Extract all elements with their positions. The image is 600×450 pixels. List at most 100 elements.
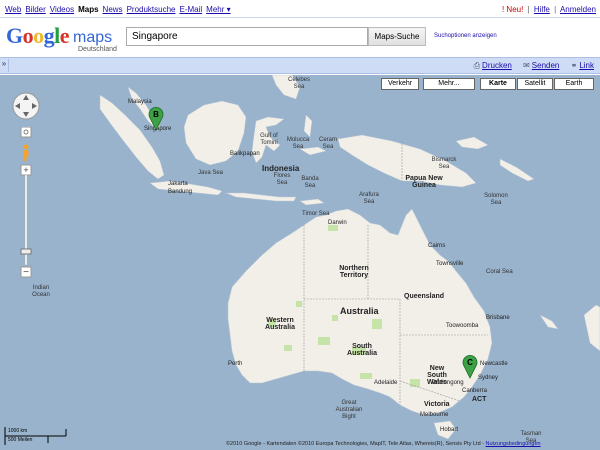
earth-view-button[interactable]: Earth bbox=[554, 78, 594, 90]
more-button[interactable]: Mehr... bbox=[423, 78, 475, 90]
nav-email[interactable]: E-Mail bbox=[179, 5, 202, 14]
nav-web[interactable]: Web bbox=[5, 5, 21, 14]
terms-link[interactable]: Nutzungsbedingungen bbox=[486, 441, 541, 447]
park-1 bbox=[372, 319, 382, 329]
label-timor-sea: Timor Sea bbox=[302, 211, 330, 217]
label-arafura-sea: Arafura Sea bbox=[359, 192, 379, 205]
label-gulf-of-tomini: Gulf of Tomini bbox=[260, 133, 278, 146]
label-indonesia: Indonesia bbox=[262, 164, 300, 173]
label-hobart[interactable]: Hobart bbox=[440, 427, 458, 434]
label-canberra[interactable]: Canberra bbox=[462, 388, 487, 395]
pegman-icon[interactable] bbox=[23, 144, 29, 162]
top-nav-links: Web Bilder Videos Maps News Produktsuche E-Mai… bbox=[5, 5, 235, 14]
park-2 bbox=[318, 337, 330, 345]
marker-c-letter: C bbox=[467, 358, 473, 367]
label-toowoomba[interactable]: Toowoomba bbox=[446, 323, 478, 330]
label-bandung[interactable]: Bandung bbox=[168, 189, 192, 196]
label-solomon-sea: Solomon Sea bbox=[484, 193, 508, 206]
google-logo[interactable]: Google bbox=[6, 25, 70, 47]
link-icon: ⚭ bbox=[570, 61, 578, 70]
land-lesser-sunda bbox=[225, 192, 297, 202]
marker-c[interactable]: C bbox=[462, 355, 478, 379]
marker-b-letter: B bbox=[153, 110, 159, 119]
label-townsville[interactable]: Townsville bbox=[436, 261, 463, 268]
land-moluccas bbox=[303, 114, 313, 138]
svg-text:−: − bbox=[23, 267, 29, 278]
label-brisbane[interactable]: Brisbane bbox=[486, 315, 510, 322]
scale-km: 1000 km bbox=[8, 428, 28, 434]
label-malaysia: Malaysia bbox=[128, 99, 152, 105]
top-nav-account: ! Neu! | Hilfe | Anmelden bbox=[501, 5, 596, 14]
link-link[interactable]: Link bbox=[579, 61, 594, 70]
search-input[interactable] bbox=[126, 27, 368, 46]
marker-b[interactable]: B bbox=[148, 107, 164, 131]
scale-miles: 500 Meilen bbox=[8, 437, 33, 443]
rotate-reset-icon[interactable] bbox=[20, 127, 32, 138]
label-molucca-sea: Molucca Sea bbox=[286, 137, 310, 150]
new-badge[interactable]: ! Neu! bbox=[502, 5, 523, 14]
map-toolbar: » ⎙ Drucken ✉ Senden ⚭ Link bbox=[0, 57, 600, 74]
print-link[interactable]: Drucken bbox=[482, 61, 512, 70]
land-new-caledonia bbox=[539, 314, 559, 330]
zoom-slider-handle[interactable] bbox=[20, 248, 32, 255]
label-wollongong[interactable]: Wollongong bbox=[432, 380, 464, 387]
nav-mehr[interactable]: Mehr ▾ bbox=[206, 5, 230, 14]
map-geography bbox=[99, 75, 600, 440]
scale-bar: 1000 km 500 Meilen bbox=[4, 427, 70, 445]
label-perth[interactable]: Perth bbox=[228, 361, 242, 368]
label-flores-sea: Flores Sea bbox=[273, 173, 291, 186]
send-link[interactable]: Senden bbox=[532, 61, 560, 70]
label-newcastle[interactable]: Newcastle bbox=[480, 361, 508, 368]
label-victoria: Victoria bbox=[424, 401, 450, 408]
land-new-zealand bbox=[583, 304, 600, 352]
label-cairns[interactable]: Cairns bbox=[428, 243, 445, 250]
search-options-link[interactable]: Suchoptionen anzeigen bbox=[434, 33, 497, 39]
label-western-australia: Western Australia bbox=[265, 317, 295, 331]
nav-videos[interactable]: Videos bbox=[50, 5, 74, 14]
park-8 bbox=[360, 373, 372, 379]
label-jakarta[interactable]: Jakarta bbox=[168, 181, 188, 188]
locale-label: Deutschland bbox=[78, 46, 117, 53]
satellite-view-button[interactable]: Satellit bbox=[517, 78, 553, 90]
toolbar-actions: ⎙ Drucken ✉ Senden ⚭ Link bbox=[474, 61, 594, 71]
map-canvas[interactable]: Malaysia Singapore Java Sea Jakarta Band… bbox=[0, 75, 600, 450]
map-view-button[interactable]: Karte bbox=[480, 78, 516, 90]
park-3 bbox=[296, 301, 302, 307]
zoom-control[interactable]: + − bbox=[18, 127, 34, 287]
label-melbourne[interactable]: Melbourne bbox=[420, 412, 448, 419]
land-timor bbox=[299, 198, 325, 206]
nav-news[interactable]: News bbox=[103, 5, 123, 14]
pan-control[interactable] bbox=[11, 91, 41, 121]
maps-wordmark: maps bbox=[73, 29, 113, 46]
label-ceram-sea: Ceram Sea bbox=[318, 137, 337, 150]
label-bismarck-sea: Bismarck Sea bbox=[431, 157, 457, 170]
park-6 bbox=[332, 315, 338, 321]
map-copyright: ©2010 Google - Kartendaten ©2010 Europa … bbox=[226, 441, 541, 447]
label-celebes-sea: Celebes Sea bbox=[288, 77, 311, 90]
label-java-sea: Java Sea bbox=[198, 170, 224, 176]
svg-text:+: + bbox=[23, 165, 28, 175]
label-australia: Australia bbox=[340, 306, 379, 316]
envelope-icon: ✉ bbox=[523, 61, 530, 70]
label-sydney[interactable]: Sydney bbox=[478, 375, 498, 382]
label-great-australian-bight: Great Australian Bight bbox=[335, 400, 363, 420]
nav-produktsuche[interactable]: Produktsuche bbox=[127, 5, 176, 14]
signin-link[interactable]: Anmelden bbox=[560, 5, 596, 14]
maps-search-button[interactable]: Maps-Suche bbox=[368, 27, 426, 46]
printer-icon: ⎙ bbox=[473, 61, 481, 70]
copyright-text: ©2010 Google - Kartendaten ©2010 Europa … bbox=[226, 441, 484, 447]
nav-maps[interactable]: Maps bbox=[78, 5, 98, 14]
collapse-panel-button[interactable]: » bbox=[0, 59, 9, 72]
label-coral-sea: Coral Sea bbox=[486, 269, 513, 275]
land-solomon bbox=[499, 158, 535, 182]
label-balikpapan[interactable]: Balikpapan bbox=[230, 151, 260, 158]
nav-bilder[interactable]: Bilder bbox=[25, 5, 45, 14]
park-5 bbox=[284, 345, 292, 351]
label-act: ACT bbox=[472, 396, 487, 403]
help-link[interactable]: Hilfe bbox=[534, 5, 550, 14]
traffic-button[interactable]: Verkehr bbox=[381, 78, 419, 90]
label-darwin[interactable]: Darwin bbox=[328, 220, 347, 227]
top-navigation: Web Bilder Videos Maps News Produktsuche E-Mai… bbox=[0, 0, 600, 18]
label-queensland: Queensland bbox=[404, 293, 445, 300]
label-adelaide[interactable]: Adelaide bbox=[374, 380, 397, 387]
